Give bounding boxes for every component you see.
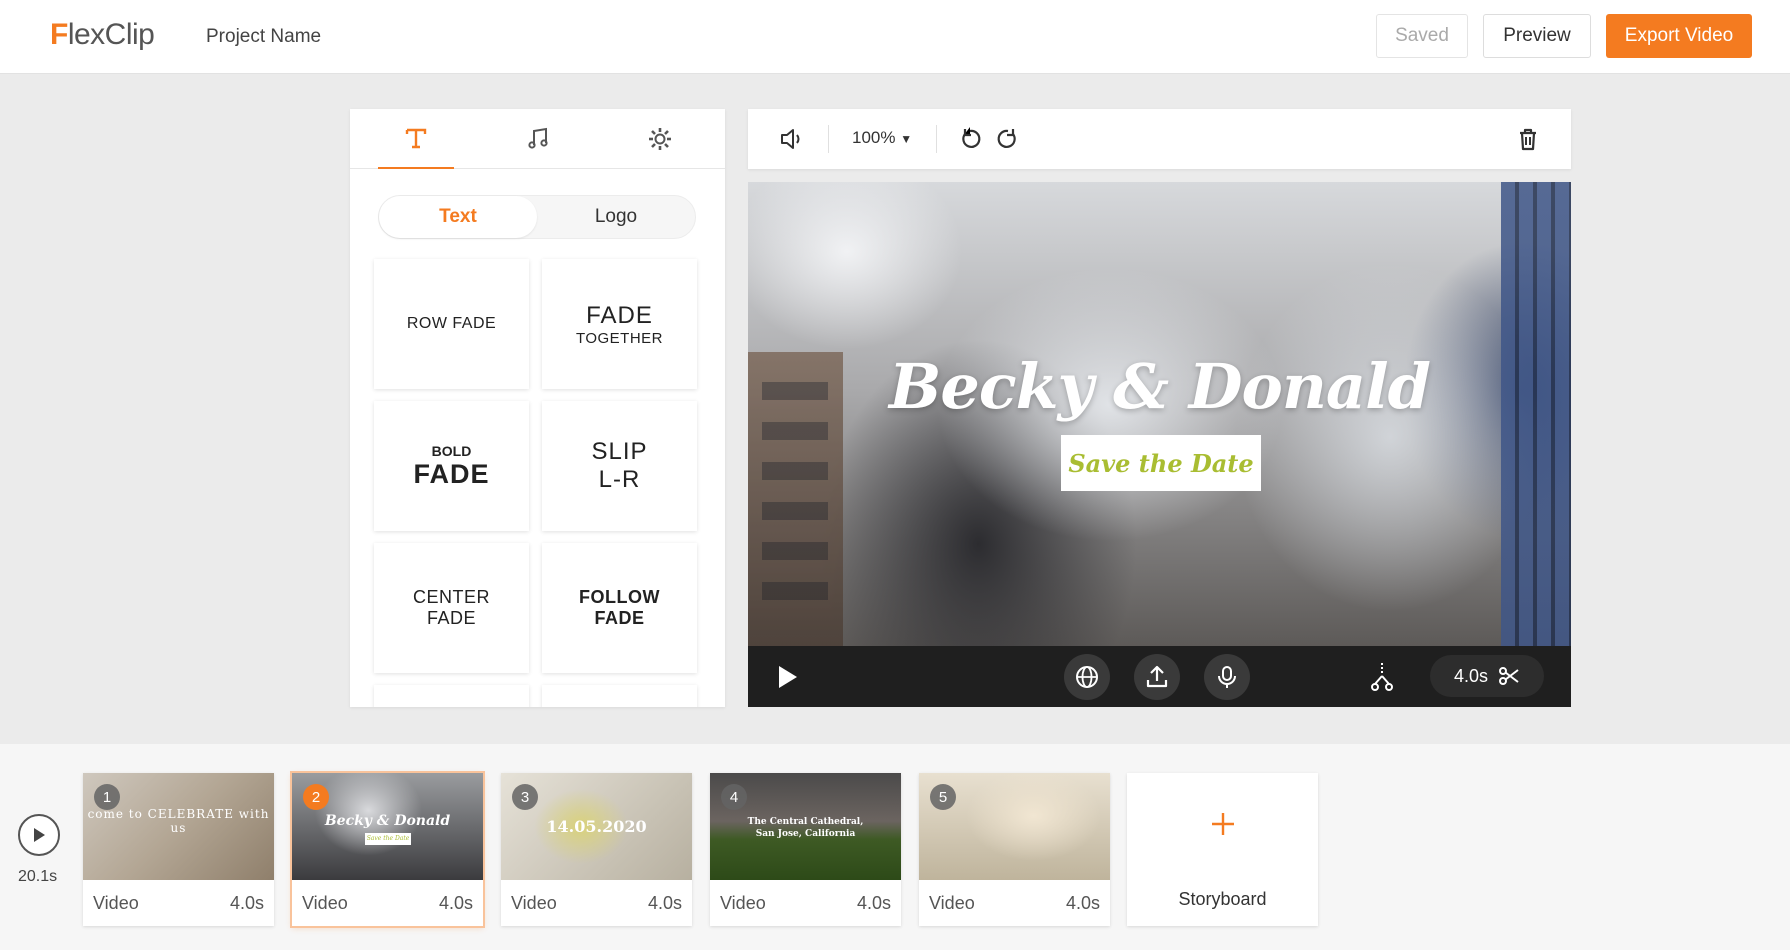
clip-type: Video	[720, 893, 766, 913]
play-all-button[interactable]	[18, 814, 60, 856]
divider	[936, 125, 937, 153]
tab-text[interactable]	[378, 109, 454, 169]
clip-duration-trim[interactable]: 4.0s	[1430, 655, 1544, 697]
scene-clip-5[interactable]: 5 Video 4.0s	[919, 773, 1110, 926]
undo-icon	[962, 127, 981, 148]
thumbnail-text: 14.05.2020	[546, 817, 647, 836]
scene-clip-1[interactable]: come to CELEBRATE with us 1 Video 4.0s	[83, 773, 274, 926]
effect-label: BOLD	[431, 442, 472, 459]
split-icon	[1371, 663, 1393, 691]
preview-button[interactable]: Preview	[1483, 14, 1591, 58]
export-video-button[interactable]: Export Video	[1606, 14, 1752, 58]
play-button[interactable]	[776, 664, 800, 695]
scene-clip-3[interactable]: 14.05.2020 3 Video 4.0s	[501, 773, 692, 926]
scene-clip-4[interactable]: The Central Cathedral, San Jose, Califor…	[710, 773, 901, 926]
play-icon	[779, 666, 797, 688]
effect-label: FADE	[594, 608, 645, 628]
clip-duration: 4.0s	[856, 893, 891, 913]
split-button[interactable]	[1368, 662, 1396, 697]
project-name[interactable]: Project Name	[206, 26, 321, 48]
upload-icon	[1146, 665, 1168, 688]
playback-controls: 4.0s	[748, 646, 1571, 707]
effect-label: FADE	[413, 458, 490, 489]
gear-icon	[649, 128, 671, 150]
play-icon	[34, 828, 45, 842]
record-voice-button[interactable]	[1204, 654, 1250, 700]
clip-type: Video	[93, 893, 139, 913]
saved-button: Saved	[1376, 14, 1468, 58]
effect-row-fade[interactable]: ROW FADE	[374, 259, 529, 389]
clip-duration: 4.0s	[1453, 665, 1489, 686]
microphone-icon	[1218, 666, 1236, 688]
preview-subtitle-box[interactable]: Save the Date	[1061, 435, 1261, 491]
clip-duration: 4.0s	[438, 893, 473, 913]
effect-label: SLIP	[591, 438, 648, 465]
video-preview[interactable]: Becky & Donald Save the Date	[748, 182, 1571, 646]
segment-text[interactable]: Text	[379, 196, 537, 238]
clip-number: 4	[721, 784, 747, 810]
globe-icon	[1076, 666, 1098, 688]
effect-bold-fade[interactable]: BOLD FADE	[374, 401, 529, 531]
effect-center-fade[interactable]: CENTER FADE	[374, 543, 529, 673]
clip-number: 3	[512, 784, 538, 810]
music-note-icon	[528, 127, 548, 149]
effect-label: L-R	[598, 466, 641, 493]
tab-music[interactable]	[500, 109, 576, 169]
effect-label: CENTER	[412, 587, 490, 607]
zoom-dropdown[interactable]: 100% ▼	[852, 128, 912, 148]
effect-partial[interactable]	[542, 685, 697, 707]
clip-duration: 4.0s	[1065, 893, 1100, 913]
trash-icon	[1520, 128, 1536, 151]
effect-slip-lr[interactable]: SLIP L-R	[542, 401, 697, 531]
text-logo-toggle: Text Logo	[378, 195, 696, 239]
segment-logo[interactable]: Logo	[537, 196, 695, 238]
total-duration: 20.1s	[18, 868, 58, 885]
top-header: FlexClip Project Name Saved Preview Expo…	[0, 0, 1790, 74]
effect-label: TOGETHER	[575, 329, 664, 347]
thumbnail-text: Becky & Donald	[324, 813, 451, 829]
delete-button[interactable]	[1512, 123, 1544, 155]
effect-label: ROW FADE	[406, 315, 497, 332]
flexclip-logo[interactable]: FlexClip	[50, 18, 155, 52]
divider	[828, 125, 829, 153]
text-icon	[405, 128, 427, 149]
volume-icon	[781, 129, 800, 149]
volume-button[interactable]	[776, 123, 808, 155]
preview-subtitle-text: Save the Date	[1068, 448, 1254, 478]
scene-clip-2[interactable]: Becky & Donald Save the Date 2 Video 4.0…	[292, 773, 483, 926]
upload-button[interactable]	[1134, 654, 1180, 700]
clip-number: 1	[94, 784, 120, 810]
undo-button[interactable]	[954, 123, 986, 155]
scissors-icon	[1499, 667, 1519, 685]
caret-down-icon: ▼	[900, 132, 913, 146]
clip-duration: 4.0s	[229, 893, 264, 913]
add-storyboard-button[interactable]: Storyboard	[1127, 773, 1318, 926]
clip-duration: 4.0s	[647, 893, 682, 913]
effect-follow-fade[interactable]: FOLLOW FADE	[542, 543, 697, 673]
thumbnail-text: The Central Cathedral,	[747, 817, 864, 827]
plus-icon	[1202, 803, 1244, 845]
clip-type: Video	[929, 893, 975, 913]
clip-number: 2	[303, 784, 329, 810]
preview-title-text[interactable]: Becky & Donald	[748, 350, 1571, 423]
globe-button[interactable]	[1064, 654, 1110, 700]
clip-number: 5	[930, 784, 956, 810]
effect-label: FADE	[586, 301, 653, 329]
effect-label: FOLLOW	[579, 587, 660, 607]
editor-toolbar: 100% ▼	[748, 109, 1571, 169]
effect-fade-together[interactable]: FADE TOGETHER	[542, 259, 697, 389]
effect-label: FADE	[426, 608, 476, 628]
redo-icon	[997, 129, 1016, 148]
redo-button[interactable]	[992, 123, 1024, 155]
effect-partial[interactable]	[374, 685, 529, 707]
panel-tabs	[350, 109, 725, 169]
text-effects-panel: Text Logo ROW FADE FADE TOGETHER BOLD FA…	[350, 109, 725, 707]
thumbnail-subtitle: Save the Date	[365, 833, 411, 845]
tab-settings[interactable]	[622, 109, 698, 169]
clip-type: Video	[302, 893, 348, 913]
thumbnail-text: come to CELEBRATE with us	[87, 807, 270, 835]
add-storyboard-label: Storyboard	[1178, 889, 1267, 909]
thumbnail-subtitle: San Jose, California	[755, 829, 856, 839]
clip-type: Video	[511, 893, 557, 913]
